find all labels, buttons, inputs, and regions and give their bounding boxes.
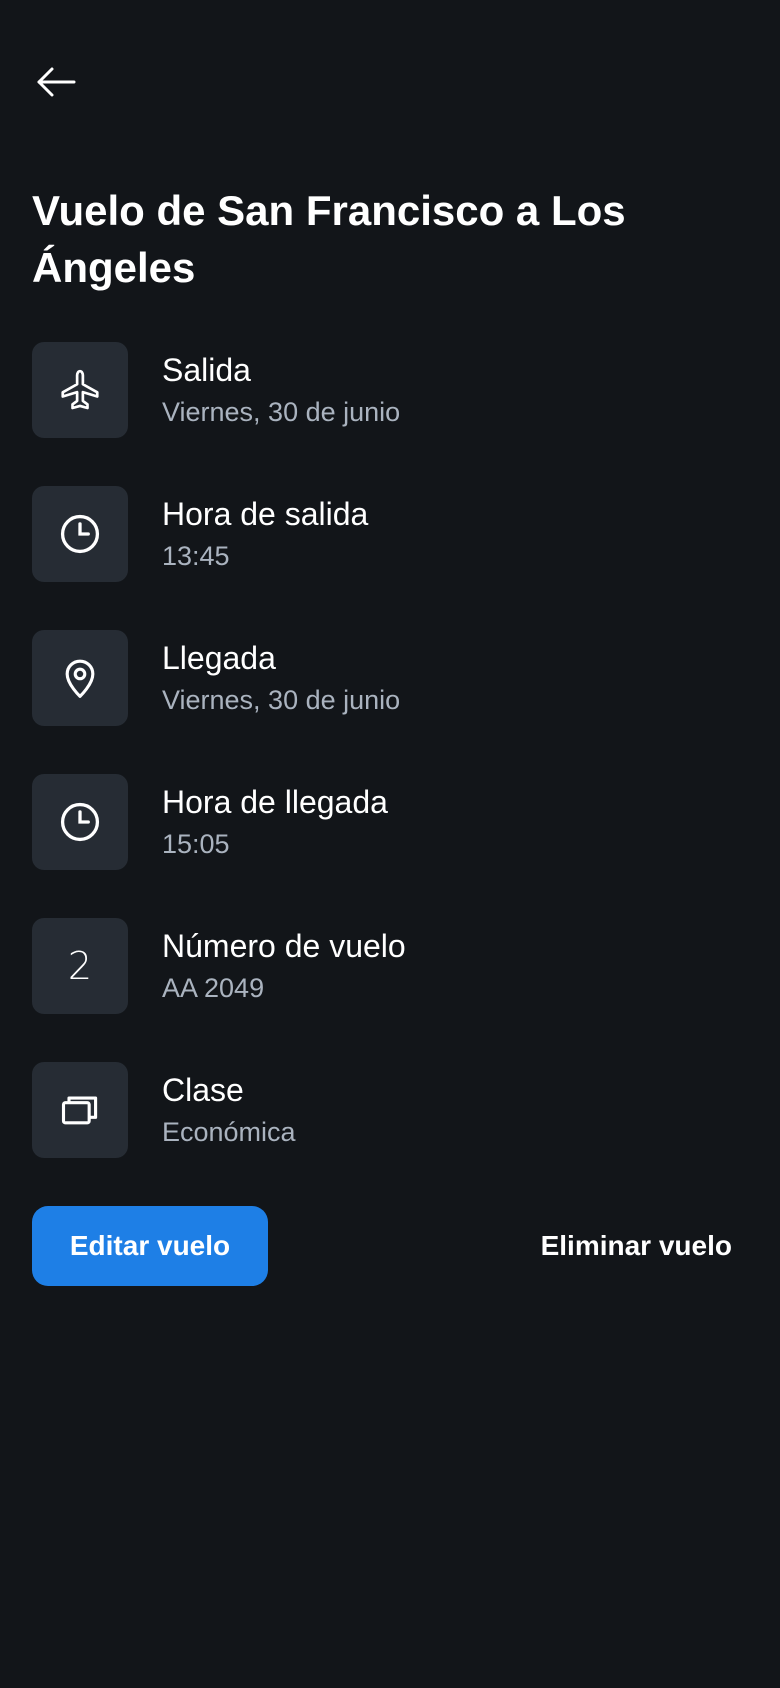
detail-row-arrival-time: Hora de llegada 15:05 [32,774,748,870]
actions-bar: Editar vuelo Eliminar vuelo [32,1206,748,1286]
map-pin-icon [32,630,128,726]
seat-class-icon [32,1062,128,1158]
clock-icon [32,774,128,870]
detail-row-class: Clase Económica [32,1062,748,1158]
detail-label: Hora de llegada [162,784,388,820]
page-title: Vuelo de San Francisco a Los Ángeles [32,187,626,291]
detail-value: 13:45 [162,541,230,571]
detail-value: 15:05 [162,829,230,859]
arrow-left-icon [36,66,76,98]
airplane-icon [32,342,128,438]
back-button[interactable] [32,58,80,106]
detail-value: Económica [162,1117,296,1147]
delete-flight-button[interactable]: Eliminar vuelo [531,1206,732,1286]
detail-label: Salida [162,352,251,388]
flight-details-list: Salida Viernes, 30 de junio Hora de sali… [32,342,748,1206]
detail-row-arrival: Llegada Viernes, 30 de junio [32,630,748,726]
detail-row-departure-time: Hora de salida 13:45 [32,486,748,582]
number-glyph: 2 [67,944,93,988]
number-icon: 2 [32,918,128,1014]
detail-value: AA 2049 [162,973,265,1003]
detail-value: Viernes, 30 de junio [162,685,401,715]
detail-label: Hora de salida [162,496,369,532]
detail-label: Clase [162,1072,244,1108]
detail-label: Llegada [162,640,276,676]
detail-row-flight-number: 2 Número de vuelo AA 2049 [32,918,748,1014]
clock-icon [32,486,128,582]
detail-row-departure: Salida Viernes, 30 de junio [32,342,748,438]
detail-value: Viernes, 30 de junio [162,397,401,427]
detail-label: Número de vuelo [162,928,406,964]
edit-flight-button[interactable]: Editar vuelo [32,1206,268,1286]
